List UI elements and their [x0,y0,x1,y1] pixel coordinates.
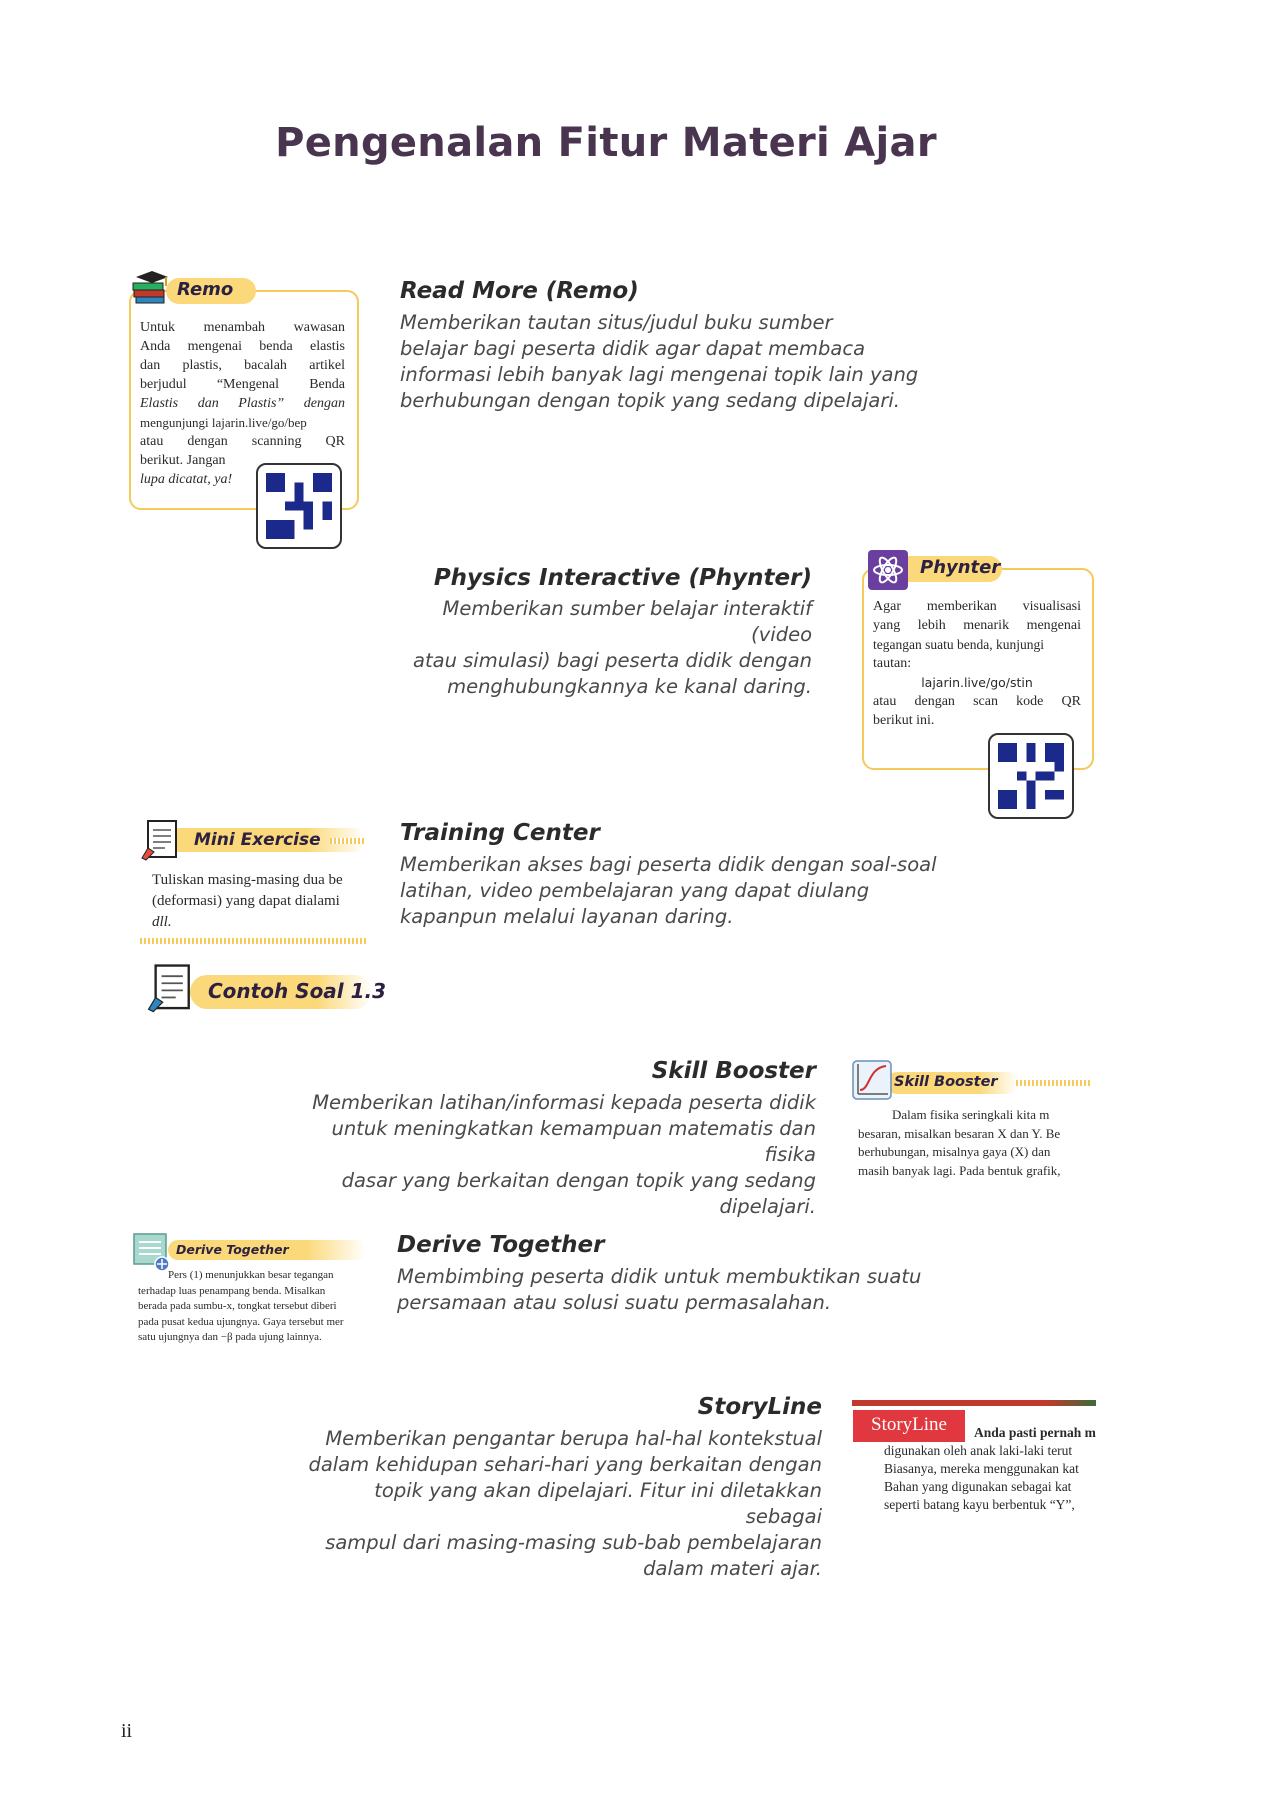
desc-line: persamaan atau solusi suatu permasalahan… [397,1291,832,1314]
qr-code-icon [988,733,1074,819]
storyline-title: StoryLine [697,1394,822,1420]
storyline-line: seperti batang kayu berbentuk “Y”, [884,1497,1075,1512]
remo-line: Elastis dan Plastis” dengan [140,396,345,411]
skill-booster-stripe [1016,1080,1092,1086]
storyline-text: Anda pasti pernah m digunakan oleh anak … [884,1424,1096,1514]
contoh-soal-label: Contoh Soal 1.3 [208,979,387,1003]
mini-exercise-line: (deformasi) yang dapat dialami [152,893,340,909]
derive-line: Pers (1) menunjukkan besar tegangan [168,1269,334,1281]
remo-line: mengunjungi lajarin.live/go/bep [140,415,307,430]
phynter-line: berikut ini. [873,713,935,728]
remo-line: Anda mengenai benda elastis [140,339,345,354]
graduation-books-icon [130,268,174,308]
mini-exercise-text: Tuliskan masing-masing dua be (deformasi… [152,870,366,933]
storyline-line: Anda pasti pernah m [974,1425,1096,1440]
remo-line: berjudul “Mengenal Benda [140,377,345,392]
desc-line: Memberikan pengantar berupa hal-hal kont… [325,1427,822,1450]
desc-line: latihan, video pembelajaran yang dapat d… [400,879,870,902]
storyline-line: Bahan yang digunakan sebagai kat [884,1479,1072,1494]
phynter-line: tegangan suatu benda, kunjungi [873,637,1044,652]
atom-icon [868,550,908,590]
desc-line: dasar yang berkaitan dengan topik yang s… [341,1169,816,1192]
storyline-line: digunakan oleh anak laki-laki terut [884,1443,1073,1458]
notepad-pencil-icon [146,962,196,1014]
desc-line: Memberikan tautan situs/judul buku sumbe… [400,311,833,334]
derive-together-desc: Membimbing peserta didik untuk membuktik… [397,1264,957,1316]
phynter-sample-text: Agar memberikan visualisasi yang lebih m… [873,597,1081,730]
derive-line: terhadap luas penampang benda. Misalkan [138,1284,326,1297]
mini-exercise-stripe-bottom [140,938,366,944]
desc-line: Memberikan latihan/informasi kepada pese… [312,1091,816,1114]
derive-together-label: Derive Together [176,1242,289,1257]
skill-booster-line: berhubungan, misalnya gaya (X) dan [858,1144,1051,1159]
skill-booster-line: besaran, misalkan besaran X dan Y. Be [858,1125,1061,1141]
skill-booster-text: Dalam fisika seringkali kita m besaran, … [858,1106,1092,1180]
page-title: Pengenalan Fitur Materi Ajar [275,120,937,166]
notepad-pencil-icon [140,818,182,862]
skill-booster-title: Skill Booster [651,1058,816,1084]
desc-line: sampul dari masing-masing sub-bab pembel… [325,1531,822,1554]
derive-line: pada pusat kedua ujungnya. Gaya tersebut… [138,1315,344,1328]
desc-line: dipelajari. [719,1195,816,1218]
mini-exercise-stripe-top [330,838,366,844]
skill-booster-line: Dalam fisika seringkali kita m [892,1107,1050,1122]
storyline-desc: Memberikan pengantar berupa hal-hal kont… [300,1426,822,1582]
desc-line: Memberikan sumber belajar interaktif (vi… [442,597,812,646]
remo-label: Remo [177,279,234,300]
desc-line: dalam materi ajar. [643,1557,822,1580]
read-more-desc: Memberikan tautan situs/judul buku sumbe… [400,310,960,414]
mini-exercise-line: Tuliskan masing-masing dua be [152,872,343,888]
desc-line: Memberikan akses bagi peserta didik deng… [400,853,937,876]
remo-line: dan plastis, bacalah artikel [140,358,345,373]
derive-together-title: Derive Together [397,1232,605,1258]
skill-booster-label: Skill Booster [894,1074,998,1090]
training-center-title: Training Center [400,820,600,846]
mini-exercise-line: dll. [152,914,172,930]
skill-booster-desc: Memberikan latihan/informasi kepada pese… [300,1090,816,1220]
storyline-top-band [852,1400,1096,1406]
desc-line: berhubungan dengan topik yang sedang dip… [400,389,900,412]
desc-line: informasi lebih banyak lagi mengenai top… [400,363,919,386]
page-number: ii [121,1720,133,1742]
storyline-line: Biasanya, mereka menggunakan kat [884,1461,1079,1476]
phynter-line: yang lebih menarik mengenai [873,618,1081,633]
phynter-label: Phynter [920,557,1001,578]
derive-line: satu ujungnya dan −β pada ujung lainnya. [138,1331,322,1343]
desc-line: untuk meningkatkan kemampuan matematis d… [331,1117,816,1166]
desc-line: atau simulasi) bagi peserta didik dengan [413,649,812,672]
graph-icon [852,1060,892,1100]
desc-line: topik yang akan dipelajari. Fitur ini di… [374,1479,822,1528]
remo-line: atau dengan scanning QR [140,434,345,449]
desc-line: menghubungkannya ke kanal daring. [447,675,812,698]
remo-line: Untuk menambah wawasan [140,320,345,335]
skill-booster-line: masih banyak lagi. Pada bentuk grafik, [858,1162,1061,1178]
phynter-line: atau dengan scan kode QR [873,694,1081,709]
derivation-sheet-icon [132,1232,172,1272]
mini-exercise-label: Mini Exercise [194,830,321,850]
desc-line: belajar bagi peserta didik agar dapat me… [400,337,866,360]
read-more-title: Read More (Remo) [400,278,639,304]
desc-line: dalam kehidupan sehari-hari yang berkait… [308,1453,822,1476]
phynter-line: tautan: [873,656,912,671]
training-center-desc: Memberikan akses bagi peserta didik deng… [400,852,960,930]
derive-together-text: Pers (1) menunjukkan besar tegangan terh… [138,1268,366,1346]
derive-line: berada pada sumbu-x, tongkat tersebut di… [138,1300,337,1312]
qr-code-icon [256,463,342,549]
phynter-line: Agar memberikan visualisasi [873,599,1081,614]
phynter-link: lajarin.live/go/stin [921,675,1033,690]
desc-line: Membimbing peserta didik untuk membuktik… [397,1265,922,1288]
physics-interactive-desc: Memberikan sumber belajar interaktif (vi… [380,596,812,700]
desc-line: kapanpun melalui layanan daring. [400,905,734,928]
physics-interactive-title: Physics Interactive (Phynter) [433,565,812,591]
